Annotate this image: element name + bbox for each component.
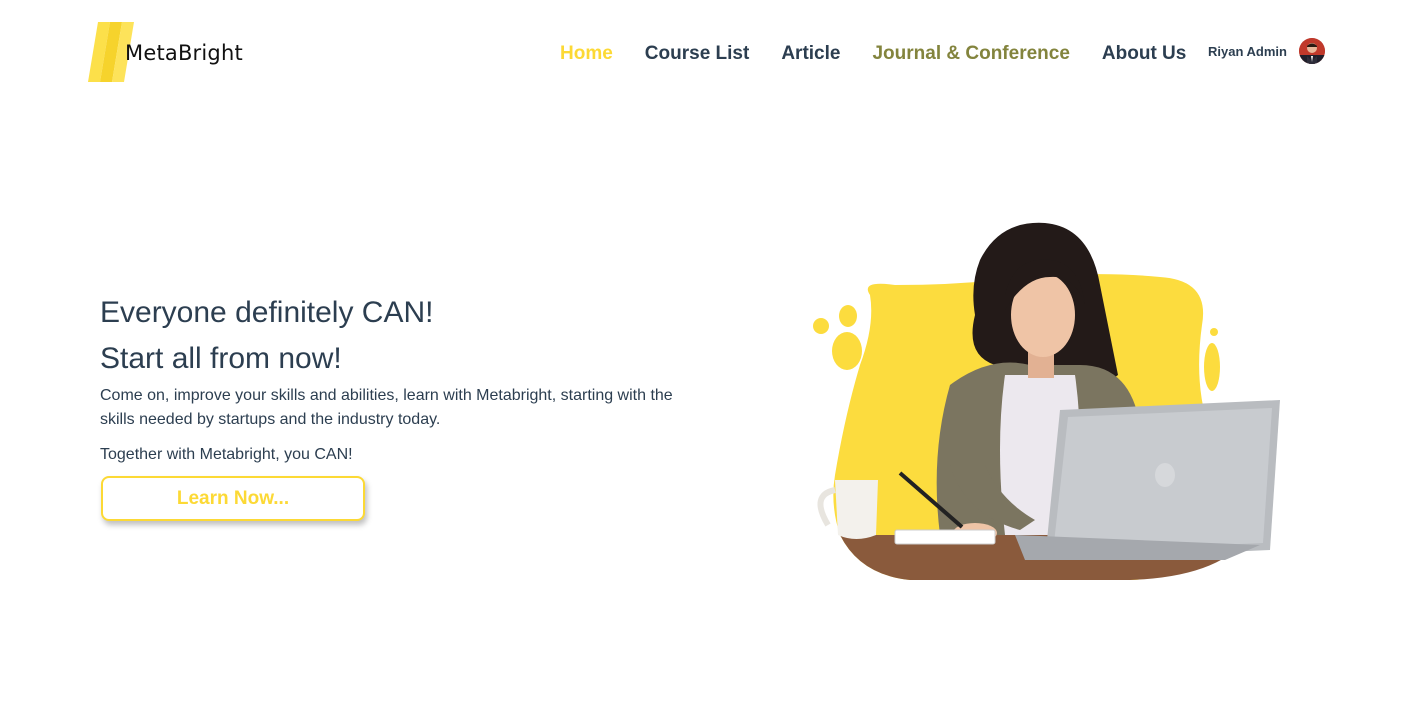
learn-now-button[interactable]: Learn Now... bbox=[101, 476, 365, 521]
hero-title: Everyone definitely CAN! Start all from … bbox=[100, 290, 434, 382]
hero-title-line2: Start all from now! bbox=[100, 342, 342, 375]
hero-description: Come on, improve your skills and abiliti… bbox=[100, 387, 673, 428]
brand-logo[interactable]: MetaBright bbox=[88, 22, 248, 82]
user-name: Riyan Admin bbox=[1208, 43, 1287, 59]
nav-about-us[interactable]: About Us bbox=[1102, 43, 1186, 65]
hero-title-line1: Everyone definitely CAN! bbox=[100, 296, 434, 329]
nav-article[interactable]: Article bbox=[781, 43, 840, 65]
hero-tagline: Together with Metabright, you CAN! bbox=[100, 446, 353, 463]
nav-course-list[interactable]: Course List bbox=[645, 43, 750, 65]
avatar-photo bbox=[1298, 38, 1325, 64]
user-menu[interactable]: Riyan Admin bbox=[1208, 38, 1325, 64]
brand-name: MetaBright bbox=[125, 41, 243, 65]
main-nav: Home Course List Article Journal & Confe… bbox=[560, 42, 1186, 66]
landing-page: MetaBright Home Course List Article Jour… bbox=[0, 0, 1425, 706]
nav-journal-conference[interactable]: Journal & Conference bbox=[872, 43, 1069, 65]
avatar[interactable] bbox=[1298, 38, 1325, 64]
nav-home[interactable]: Home bbox=[560, 43, 613, 65]
hero-illustration bbox=[813, 222, 1280, 580]
